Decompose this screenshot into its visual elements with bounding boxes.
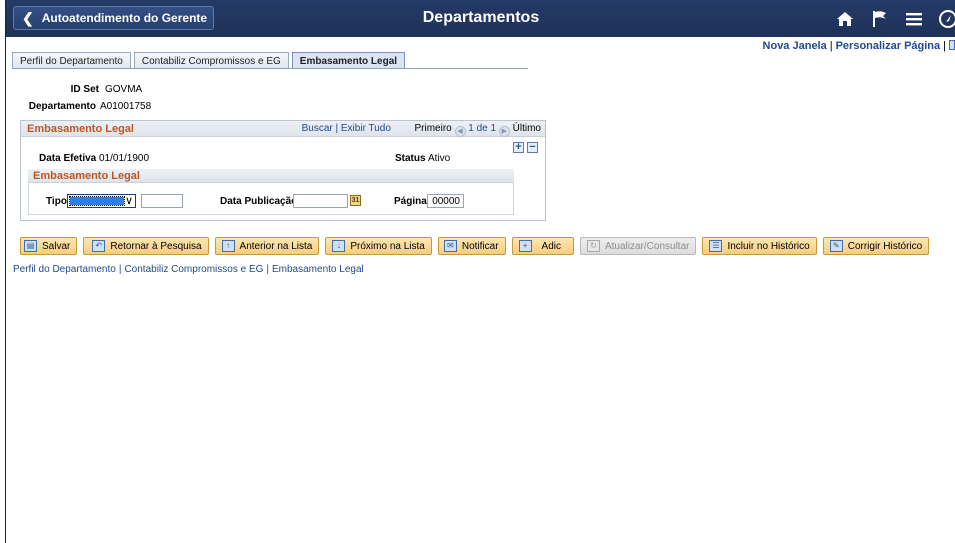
- page-toolbar: ▤ Salvar ↶ Retornar à Pesquisa ↑ Anterior n…: [20, 237, 930, 255]
- type-description-field[interactable]: [141, 194, 183, 208]
- next-icon: ↓: [332, 240, 346, 252]
- tab-department-profile[interactable]: Perfil do Departamento: [12, 52, 131, 69]
- tab-bar: Perfil do Departamento Contabiliz Compro…: [12, 52, 406, 69]
- personalize-page-link[interactable]: Personalizar Página: [836, 40, 941, 52]
- find-link[interactable]: Buscar: [302, 123, 333, 134]
- group-header: Embasamento Legal Buscar | Exibir Tudo P…: [21, 121, 545, 137]
- tab-legal-basis[interactable]: Embasamento Legal: [291, 52, 406, 69]
- update-display-button[interactable]: ↻ Atualizar/Consultar: [579, 237, 697, 255]
- link-legal-basis[interactable]: Embasamento Legal: [272, 264, 364, 275]
- update-display-label: Atualizar/Consultar: [604, 240, 690, 252]
- add-row-icon[interactable]: +: [513, 142, 524, 153]
- save-button-label: Salvar: [42, 240, 71, 252]
- sub-group-title: Embasamento Legal: [33, 170, 140, 182]
- last-label: Último: [512, 123, 541, 134]
- save-icon: ▤: [24, 240, 37, 252]
- return-to-search-button[interactable]: ↶ Retornar à Pesquisa: [83, 237, 209, 255]
- flag-icon[interactable]: [868, 8, 892, 30]
- chevron-down-icon: ∨: [124, 195, 133, 207]
- page-frame: ❮ Autoatendimento do Gerente Departament…: [5, 0, 955, 543]
- include-history-icon: ☰: [709, 240, 723, 252]
- page-number-label: Página: [394, 196, 427, 207]
- tab-commitment-accounting[interactable]: Contabiliz Compromissos e EG: [133, 52, 289, 69]
- next-arrow-icon[interactable]: ▶: [498, 126, 510, 137]
- first-label: Primeiro: [414, 123, 452, 134]
- effective-date-label: Data Efetiva: [39, 153, 97, 164]
- page-icon[interactable]: [949, 40, 955, 50]
- effective-date-value: 01/01/1900: [99, 153, 150, 164]
- next-in-list-button[interactable]: ↓ Próximo na Lista: [325, 237, 432, 255]
- row-position: 1 de 1: [468, 123, 497, 134]
- sub-group-header: Embasamento Legal: [28, 169, 514, 183]
- link-separator: |: [266, 264, 269, 275]
- next-in-list-label: Próximo na Lista: [350, 240, 425, 252]
- previous-arrow-icon[interactable]: ◀: [454, 126, 466, 137]
- previous-icon: ↑: [221, 240, 235, 252]
- publication-date-field[interactable]: [293, 194, 348, 208]
- return-to-search-label: Retornar à Pesquisa: [110, 240, 202, 252]
- top-links: Nova Janela | Personalizar Página |: [763, 40, 955, 52]
- add-button[interactable]: + Adic: [511, 237, 574, 255]
- home-icon[interactable]: [833, 8, 857, 30]
- include-history-label: Incluir no Histórico: [727, 240, 810, 252]
- link-separator: |: [118, 264, 122, 275]
- new-window-link[interactable]: Nova Janela: [763, 40, 827, 52]
- delete-row-icon[interactable]: −: [527, 142, 538, 153]
- correct-history-icon: ✎: [829, 240, 843, 252]
- setid-label: ID Set: [70, 84, 99, 95]
- link-separator: |: [829, 40, 833, 52]
- add-icon: +: [518, 240, 532, 252]
- status-value: Ativo: [428, 153, 451, 164]
- navbar-icon[interactable]: [936, 8, 955, 30]
- type-label: Tipo: [46, 196, 67, 207]
- legal-basis-group: Embasamento Legal Buscar | Exibir Tudo P…: [20, 120, 546, 221]
- save-button[interactable]: ▤ Salvar: [20, 237, 78, 255]
- calendar-icon[interactable]: 31: [350, 195, 361, 206]
- notify-icon: ✉: [443, 240, 457, 252]
- type-select[interactable]: ∨: [67, 194, 136, 208]
- notify-button[interactable]: ✉ Notificar: [437, 237, 506, 255]
- add-label: Adic: [541, 240, 561, 252]
- correct-history-label: Corrigir Histórico: [847, 240, 923, 252]
- header-bar: ❮ Autoatendimento do Gerente Departament…: [6, 0, 955, 37]
- link-commitment-accounting[interactable]: Contabiliz Compromissos e EG: [124, 264, 263, 275]
- status-label: Status: [395, 153, 426, 164]
- group-title: Embasamento Legal: [27, 123, 134, 135]
- group-navigation: Buscar | Exibir Tudo Primeiro ◀ 1 de 1 ▶…: [301, 123, 541, 137]
- previous-in-list-label: Anterior na Lista: [239, 240, 313, 252]
- department-value: A01001758: [100, 101, 152, 112]
- link-department-profile[interactable]: Perfil do Departamento: [13, 264, 116, 275]
- previous-in-list-button[interactable]: ↑ Anterior na Lista: [214, 237, 320, 255]
- correct-history-button[interactable]: ✎ Corrigir Histórico: [822, 237, 930, 255]
- menu-icon[interactable]: [902, 8, 926, 30]
- return-icon: ↶: [92, 240, 106, 252]
- publication-date-label: Data Publicação: [220, 196, 298, 207]
- department-label: Departamento: [28, 101, 96, 112]
- link-separator: |: [943, 40, 946, 52]
- update-icon: ↻: [586, 240, 600, 252]
- page-number-field[interactable]: 00000: [427, 194, 464, 208]
- page-title: Departamentos: [422, 9, 540, 26]
- setid-value: GOVMA: [105, 84, 143, 95]
- include-history-button[interactable]: ☰ Incluir no Histórico: [702, 237, 817, 255]
- notify-label: Notificar: [461, 240, 499, 252]
- bottom-page-links: Perfil do Departamento | Contabiliz Compro…: [13, 264, 364, 275]
- type-select-highlight: [69, 196, 125, 206]
- tab-underline: [12, 68, 528, 69]
- view-all-link[interactable]: Exibir Tudo: [341, 123, 391, 134]
